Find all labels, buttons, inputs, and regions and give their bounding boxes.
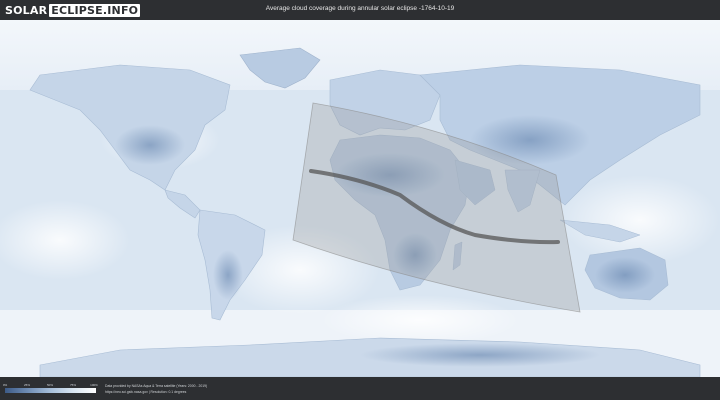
- legend-tick: 0%: [2, 383, 8, 387]
- page-title: Average cloud coverage during annular so…: [265, 5, 455, 12]
- footer-bar: [0, 377, 720, 400]
- cloud-patch: [320, 295, 520, 345]
- legend-tick: 50%: [46, 383, 54, 387]
- legend-tick: 25%: [23, 383, 31, 387]
- legend-color-bar: [5, 388, 96, 393]
- legend-tick: 75%: [69, 383, 77, 387]
- header-bar: SOLAR ECLIPSE.INFO Average cloud coverag…: [0, 0, 720, 20]
- data-source-link[interactable]: https://neo.sci.gsfc.nasa.gov | Resoluti…: [105, 390, 186, 394]
- legend-tick: 100%: [90, 383, 98, 387]
- clear-sky-area: [213, 250, 243, 300]
- clear-sky-area: [595, 257, 655, 293]
- page: SOLAR ECLIPSE.INFO Average cloud coverag…: [0, 0, 720, 400]
- cloud-coverage-legend: 0% 25% 50% 75% 100%: [2, 383, 98, 394]
- clear-sky-area: [115, 125, 185, 165]
- clear-sky-area: [360, 343, 600, 367]
- data-credit: Data provided by NASAs Aqua & Terra sate…: [105, 384, 208, 388]
- cloud-coverage-map: [0, 20, 720, 377]
